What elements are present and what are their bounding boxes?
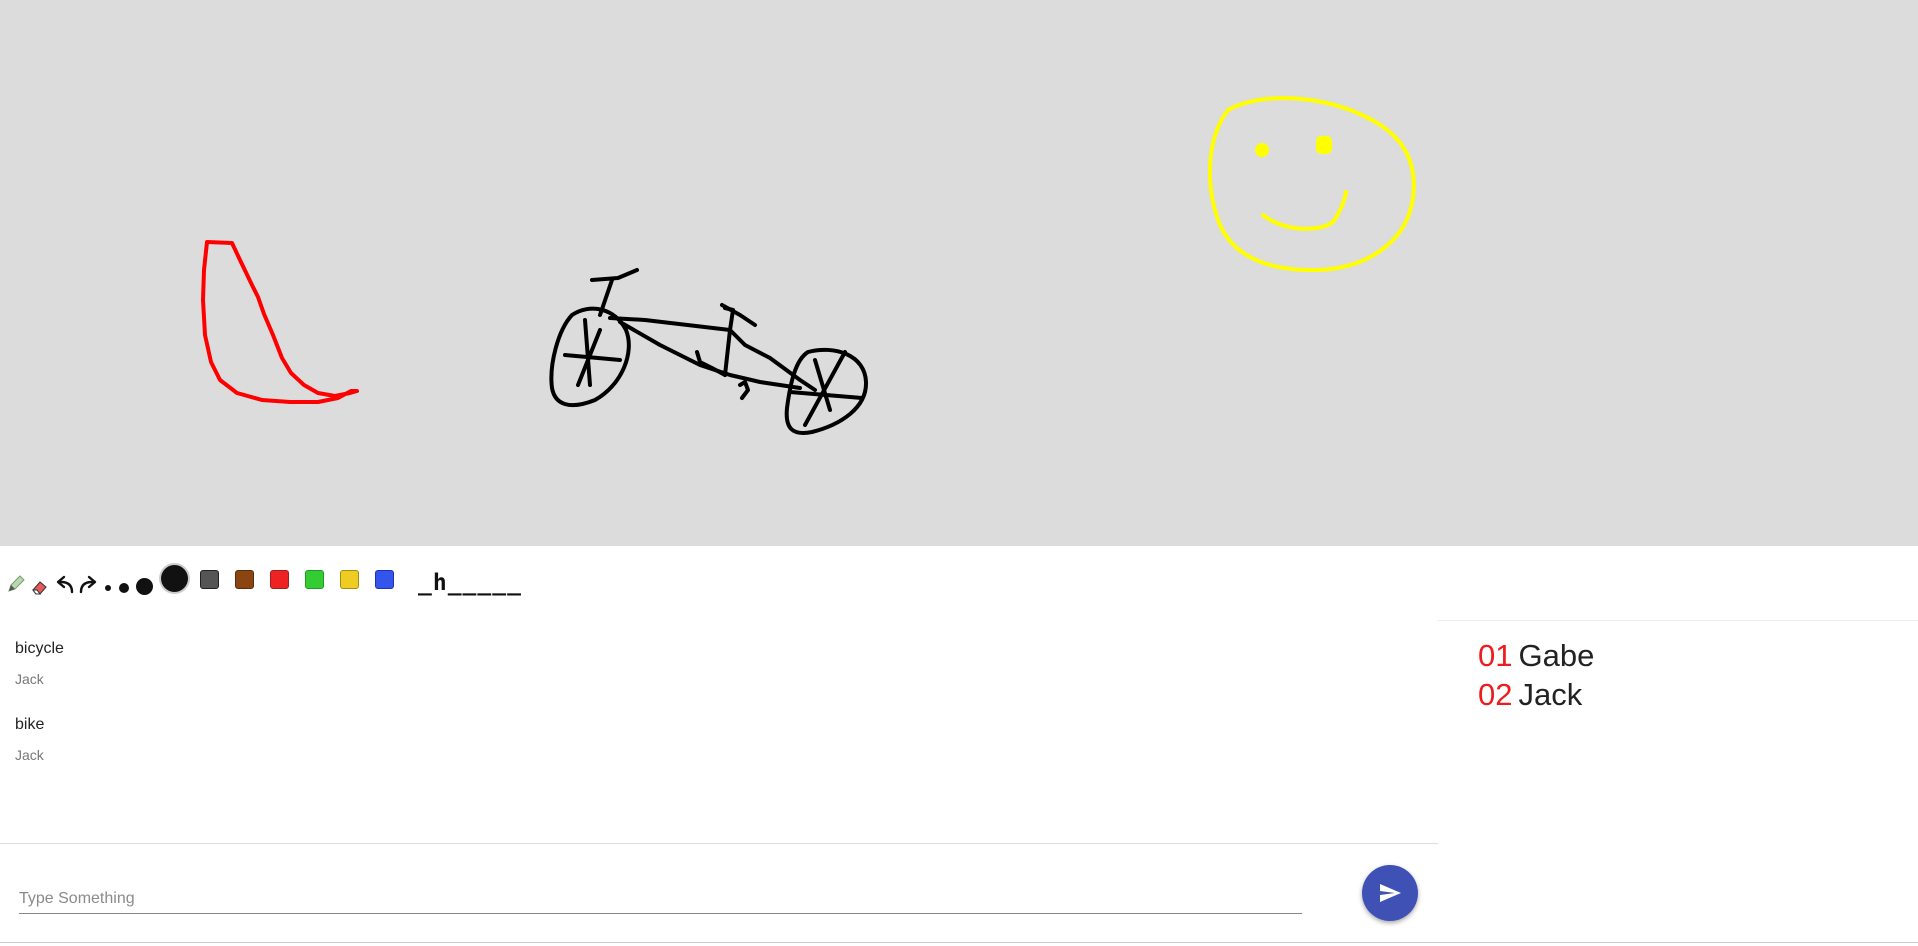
color-swatch-blue[interactable] <box>375 570 394 589</box>
red-shape-drawing <box>201 240 359 404</box>
chat-input-row <box>0 843 1438 943</box>
word-hint: _h_____ <box>418 570 522 596</box>
drawing-canvas[interactable] <box>0 0 1918 546</box>
brush-size-small[interactable] <box>119 583 129 593</box>
brush-size-medium[interactable] <box>136 578 153 595</box>
chat-message-author: Jack <box>15 747 44 763</box>
canvas-drawings <box>201 96 1416 435</box>
message-input[interactable] <box>19 885 1302 914</box>
player-rank: 01 <box>1478 638 1513 673</box>
smiley-face-drawing <box>1208 96 1416 273</box>
color-swatch-red[interactable] <box>270 570 289 589</box>
bicycle-drawing <box>549 268 869 435</box>
brush-size-large[interactable] <box>161 565 188 592</box>
chat-message-text: bicycle <box>15 640 64 657</box>
scoreboard-row: 02 Jack <box>1478 675 1878 714</box>
redo-icon[interactable] <box>78 574 98 594</box>
eraser-icon[interactable] <box>31 578 49 596</box>
color-swatch-brown[interactable] <box>235 570 254 589</box>
player-rank: 02 <box>1478 677 1513 712</box>
scoreboard: 01 Gabe 02 Jack <box>1478 636 1878 714</box>
color-swatch-yellow[interactable] <box>340 570 359 589</box>
chat-messages-panel: bicycle Jack bike Jack <box>0 620 1438 844</box>
bottom-divider <box>0 942 1918 943</box>
player-name: Jack <box>1518 677 1583 712</box>
chat-message-text: bike <box>15 716 45 733</box>
brush-size-extra-small[interactable] <box>105 585 111 591</box>
color-swatch-dark-gray[interactable] <box>200 570 219 589</box>
chat-message-author: Jack <box>15 671 44 687</box>
scoreboard-row: 01 Gabe <box>1478 636 1878 675</box>
player-name: Gabe <box>1518 638 1595 673</box>
send-icon <box>1380 884 1401 902</box>
undo-icon[interactable] <box>55 574 75 594</box>
pencil-icon[interactable] <box>6 574 26 594</box>
send-button[interactable] <box>1362 865 1418 921</box>
color-swatch-green[interactable] <box>305 570 324 589</box>
